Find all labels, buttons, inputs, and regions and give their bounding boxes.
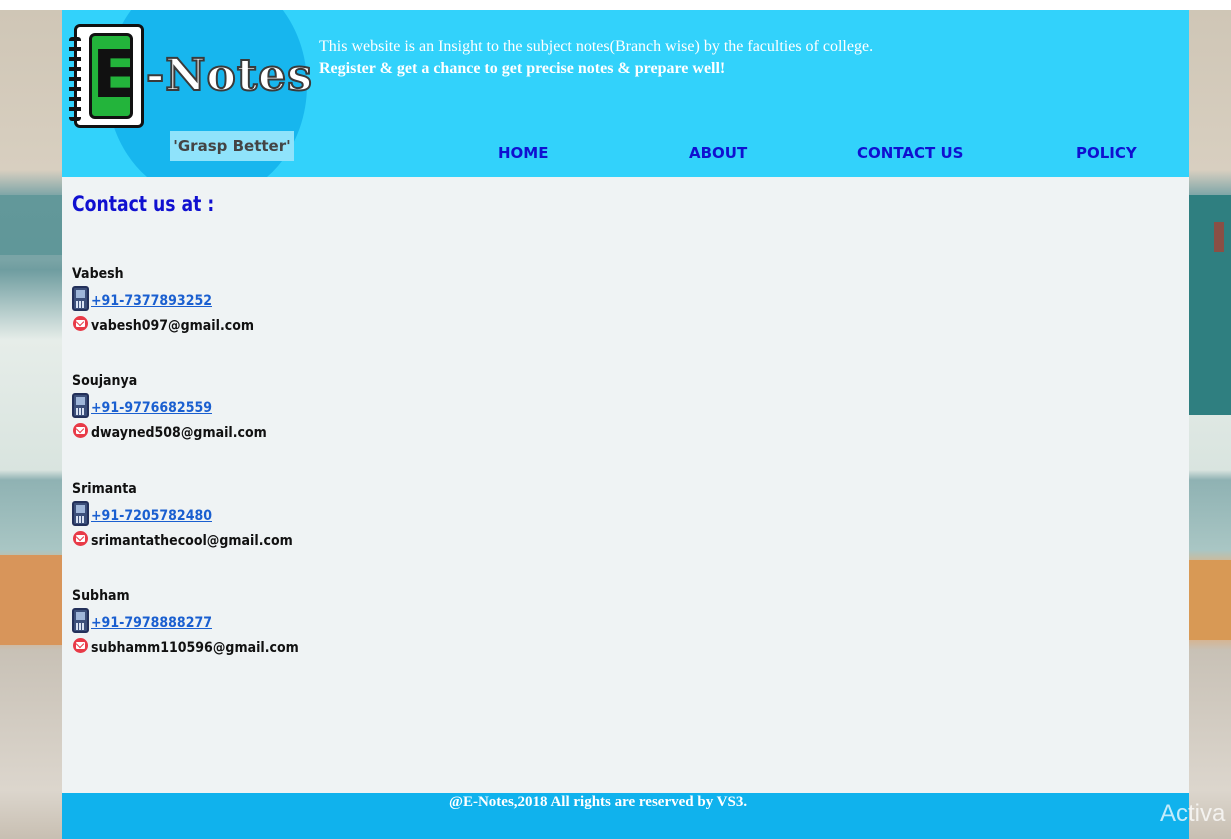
- contact-phone-link[interactable]: +91-7377893252: [91, 293, 212, 309]
- intro-cta-text: Register & get a chance to get precise n…: [319, 60, 726, 77]
- contact-email: dwayned508@gmail.com: [91, 425, 267, 441]
- phone-icon: [72, 608, 89, 633]
- contact-phone-link[interactable]: +91-7978888277: [91, 615, 212, 631]
- site-footer: @E-Notes,2018 All rights are reserved by…: [62, 793, 1189, 839]
- activation-watermark: Activa: [1160, 800, 1226, 827]
- contact-email: vabesh097@gmail.com: [91, 318, 254, 334]
- nav-home[interactable]: HOME: [498, 144, 548, 162]
- copyright-text: @E-Notes,2018 All rights are reserved by…: [449, 794, 748, 810]
- notebook-spiral-icon: [69, 37, 81, 121]
- background-mark-right: [1214, 222, 1224, 252]
- nav-policy[interactable]: POLICY: [1076, 144, 1137, 162]
- background-desk-right: [1189, 560, 1231, 640]
- mail-icon: [73, 638, 88, 653]
- contact-name: Vabesh: [72, 266, 124, 282]
- logo-wordmark: -Notes: [145, 49, 313, 102]
- phone-icon: [72, 393, 89, 418]
- mail-icon: [73, 316, 88, 331]
- logo-letter: E: [89, 33, 137, 119]
- contact-card: Vabesh +91-7377893252 vabesh097@gmail.co…: [72, 266, 472, 366]
- logo-tagline: 'Grasp Better': [170, 131, 294, 161]
- contact-card: Subham +91-7978888277 subhamm110596@gmai…: [72, 588, 472, 688]
- nav-about[interactable]: ABOUT: [689, 144, 747, 162]
- logo-notebook: E: [69, 24, 144, 128]
- phone-icon: [72, 286, 89, 311]
- contact-phone-link[interactable]: +91-7205782480: [91, 508, 212, 524]
- background-board-right: [1189, 195, 1231, 415]
- phone-icon: [72, 501, 89, 526]
- contact-card: Soujanya +91-9776682559 dwayned508@gmail…: [72, 373, 472, 473]
- contact-email: subhamm110596@gmail.com: [91, 640, 299, 656]
- mail-icon: [73, 423, 88, 438]
- mail-icon: [73, 531, 88, 546]
- contact-name: Srimanta: [72, 481, 137, 497]
- intro-text: This website is an Insight to the subjec…: [319, 38, 874, 55]
- site-header: E -Notes 'Grasp Better' This website is …: [62, 10, 1189, 177]
- contact-phone-link[interactable]: +91-9776682559: [91, 400, 212, 416]
- background-desk-left: [0, 555, 62, 645]
- contact-card: Srimanta +91-7205782480 srimantathecool@…: [72, 481, 472, 581]
- page-container: E -Notes 'Grasp Better' This website is …: [62, 10, 1189, 839]
- contact-email: srimantathecool@gmail.com: [91, 533, 293, 549]
- nav-contact-us[interactable]: CONTACT US: [857, 144, 963, 162]
- contact-name: Subham: [72, 588, 130, 604]
- contact-name: Soujanya: [72, 373, 138, 389]
- background-board-left: [0, 195, 62, 255]
- page-title: Contact us at :: [72, 192, 215, 216]
